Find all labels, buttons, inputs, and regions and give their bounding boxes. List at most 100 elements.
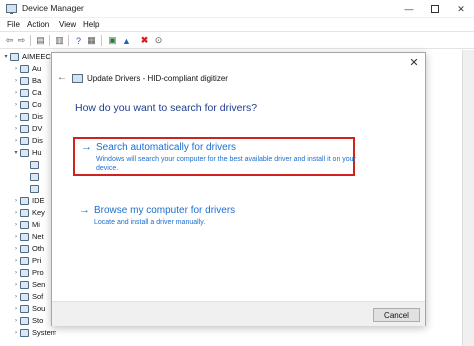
tree-item[interactable]: › Dis [12,135,43,146]
option-description: Locate and install a driver manually. [94,219,206,226]
device-icon [20,220,29,229]
tree-item[interactable]: › Oth [12,243,44,254]
chevron-right-icon: › [15,65,17,72]
tree-item[interactable]: › Dis [12,111,43,122]
dialog-footer: Cancel [52,301,425,326]
device-icon [20,208,29,217]
tree-item[interactable]: ▾ Hu [12,147,41,158]
close-icon: ✕ [457,3,465,14]
tree-item[interactable]: › Pro [12,267,44,278]
device-icon [30,172,39,181]
chevron-right-icon: › [15,293,17,300]
menu-bar: File Action View Help [0,18,474,31]
tree-item[interactable]: › Ca [12,87,42,98]
download-icon[interactable]: ⊙ [153,35,164,46]
device-tree: ▾ AIMEEC › Au › Ba › Ca › Co › Dis › DV › Dis ▾… [0,50,56,346]
chevron-right-icon: › [15,281,17,288]
close-icon: ✕ [409,57,419,69]
menu-help[interactable]: Help [83,20,99,29]
remove-icon[interactable]: ✖ [139,35,150,46]
tree-item[interactable]: › Sof [12,291,43,302]
chevron-right-icon: › [15,77,17,84]
menu-file[interactable]: File [7,20,20,29]
device-icon [20,328,29,337]
search-automatically-option[interactable]: → Search automatically for drivers Windo… [73,137,356,176]
device-icon [20,280,29,289]
tree-item[interactable]: › Au [12,63,41,74]
tree-item[interactable]: › Sen [12,279,45,290]
tree-child[interactable] [30,159,42,170]
tree-item[interactable]: › Key [12,207,45,218]
update-drivers-dialog: ✕ ← Update Drivers - HID-compliant digit… [51,52,426,326]
device-icon [20,196,29,205]
option-title: Search automatically for drivers [96,142,237,153]
dialog-close-button[interactable]: ✕ [406,56,422,70]
chevron-right-icon: › [15,233,17,240]
scan-icon[interactable]: ▲ [121,35,132,46]
list-view-icon[interactable]: ▥ [54,35,65,46]
device-icon [20,88,29,97]
device-icon [20,148,29,157]
tree-item[interactable]: › Sto [12,315,43,326]
device-icon [20,304,29,313]
device-icon [20,268,29,277]
device-icon [20,316,29,325]
tree-item[interactable]: › Sou [12,303,45,314]
view-icon[interactable]: ▦ [86,35,97,46]
toolbar-separator [49,35,50,46]
device-icon [20,232,29,241]
back-arrow-icon[interactable]: ← [56,72,68,84]
device-icon [20,256,29,265]
tree-item[interactable]: › Net [12,231,44,242]
device-icon [20,112,29,121]
browse-computer-option[interactable]: → Browse my computer for drivers Locate … [73,201,355,229]
chevron-right-icon: › [15,197,17,204]
tree-child[interactable] [30,183,42,194]
tree-item[interactable]: › DV [12,123,42,134]
device-icon [20,244,29,253]
device-icon [20,136,29,145]
chevron-right-icon: › [15,113,17,120]
chevron-right-icon: › [15,101,17,108]
toolbar-separator [101,35,102,46]
menu-view[interactable]: View [59,20,76,29]
chevron-right-icon: › [15,125,17,132]
chevron-right-icon: › [15,137,17,144]
tree-item[interactable]: › IDE [12,195,45,206]
menu-action[interactable]: Action [27,20,49,29]
tree-item[interactable]: › Pri [12,255,41,266]
computer-icon [10,52,19,61]
vertical-scrollbar[interactable] [462,50,474,346]
tree-item[interactable]: › Co [12,99,42,110]
arrow-right-icon: → [81,141,92,153]
update-driver-icon[interactable]: ▣ [107,35,118,46]
help-icon[interactable]: ? [73,35,84,46]
option-description: Windows will search your computer for th… [96,156,356,172]
tree-item[interactable]: ›System devices [12,327,56,338]
option-title: Browse my computer for drivers [94,205,236,216]
tree-child[interactable] [30,171,42,182]
forward-arrow-icon[interactable]: ⇨ [16,35,27,46]
window-close-button[interactable]: ✕ [448,0,474,18]
device-manager-icon [6,4,17,14]
chevron-right-icon: › [15,329,17,336]
tree-root[interactable]: ▾ AIMEEC [2,51,50,62]
minimize-icon: — [404,4,414,14]
hardware-icon [72,74,83,83]
dialog-title: Update Drivers - HID-compliant digitizer [87,74,228,83]
minimize-button[interactable]: — [396,0,422,18]
chevron-right-icon: › [15,305,17,312]
maximize-button[interactable] [422,0,448,18]
chevron-right-icon: › [15,245,17,252]
toolbar-separator [68,35,69,46]
maximize-icon [431,5,439,13]
properties-icon[interactable]: ▤ [35,35,46,46]
back-arrow-icon[interactable]: ⇦ [4,35,15,46]
tree-item[interactable]: › Ba [12,75,41,86]
tree-item[interactable]: › Mi [12,219,40,230]
device-icon [30,184,39,193]
arrow-right-icon: → [79,204,90,216]
cancel-button[interactable]: Cancel [373,308,420,322]
device-icon [20,124,29,133]
chevron-right-icon: › [15,269,17,276]
